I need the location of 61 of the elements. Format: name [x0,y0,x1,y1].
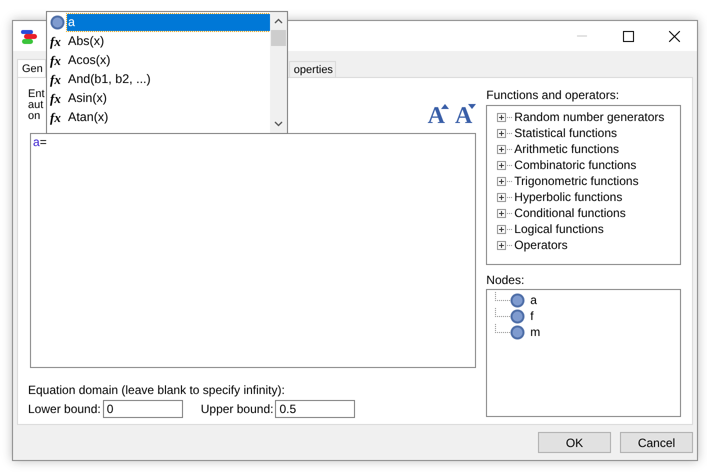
scroll-thumb[interactable] [271,30,286,46]
expand-icon[interactable] [497,224,506,234]
autocomplete-item[interactable]: Abs(x) [67,33,270,50]
scroll-down-icon[interactable] [274,121,283,127]
node-icon [50,15,65,30]
expand-icon[interactable] [497,112,506,122]
function-icon: fx [50,52,65,68]
increase-font-button[interactable]: A [428,105,449,127]
cancel-button[interactable]: Cancel [620,432,693,453]
node-icon [510,324,526,340]
expand-icon[interactable] [497,192,506,202]
expand-icon[interactable] [497,160,506,170]
autocomplete-item[interactable]: Asin(x) [67,90,270,107]
node-icon [510,292,526,308]
tab[interactable]: Gen [17,59,46,77]
decrease-font-button[interactable]: A [454,105,476,127]
autocomplete-item[interactable]: Atan(x) [67,109,270,126]
function-icon: fx [50,72,65,88]
tree-item[interactable]: a [530,293,537,307]
ok-button[interactable]: OK [538,432,611,453]
tree-item[interactable]: f [530,309,534,323]
node-icon [510,308,526,324]
upper-bound-label: Upper bound: [200,402,274,416]
tree-item[interactable]: Hyperbolic functions [514,190,622,204]
tree-item[interactable]: Trigonometric functions [514,174,639,188]
expand-icon[interactable] [497,176,506,186]
autocomplete-item[interactable]: And(b1, b2, ...) [67,71,270,88]
tree-item[interactable]: Random number generators [514,110,664,124]
description-text: Ent [28,89,45,100]
description-text: aut [28,100,44,111]
expand-icon[interactable] [497,128,506,138]
lower-bound-field[interactable]: 0 [102,400,183,418]
autocomplete-item[interactable]: Acos(x) [67,52,270,69]
close-icon [668,30,680,42]
tree-item[interactable]: Logical functions [514,222,604,236]
tree-item[interactable]: Statistical functions [514,126,618,140]
upper-bound-field[interactable]: 0.5 [275,400,356,418]
scroll-up-icon[interactable] [274,18,283,24]
scrollbar[interactable] [270,12,287,133]
nodes-label: Nodes: [486,273,526,287]
function-icon: fx [50,34,65,50]
functions-label: Functions and operators: [486,88,620,102]
tree-item[interactable]: Conditional functions [514,206,626,220]
maximize-icon [622,30,634,42]
caret-down-icon [468,104,476,109]
function-icon: fx [50,110,65,126]
caret-up-icon [440,104,449,109]
app-icon [21,28,38,44]
tree-item[interactable]: Arithmetic functions [514,142,620,156]
tree-item[interactable]: Operators [514,238,568,252]
lower-bound-label: Lower bound: [28,402,101,416]
domain-label: Equation domain (leave blank to specify infinity): [28,383,286,397]
expand-icon[interactable] [497,144,506,154]
tree-item[interactable]: Combinatoric functions [514,158,636,172]
expand-icon[interactable] [497,208,506,218]
autocomplete-item[interactable]: a [67,14,270,31]
expand-icon[interactable] [497,240,506,250]
description-text: on [28,111,40,122]
tab[interactable]: operties [288,61,336,77]
function-icon: fx [50,90,65,106]
tree-item[interactable]: m [530,325,540,339]
